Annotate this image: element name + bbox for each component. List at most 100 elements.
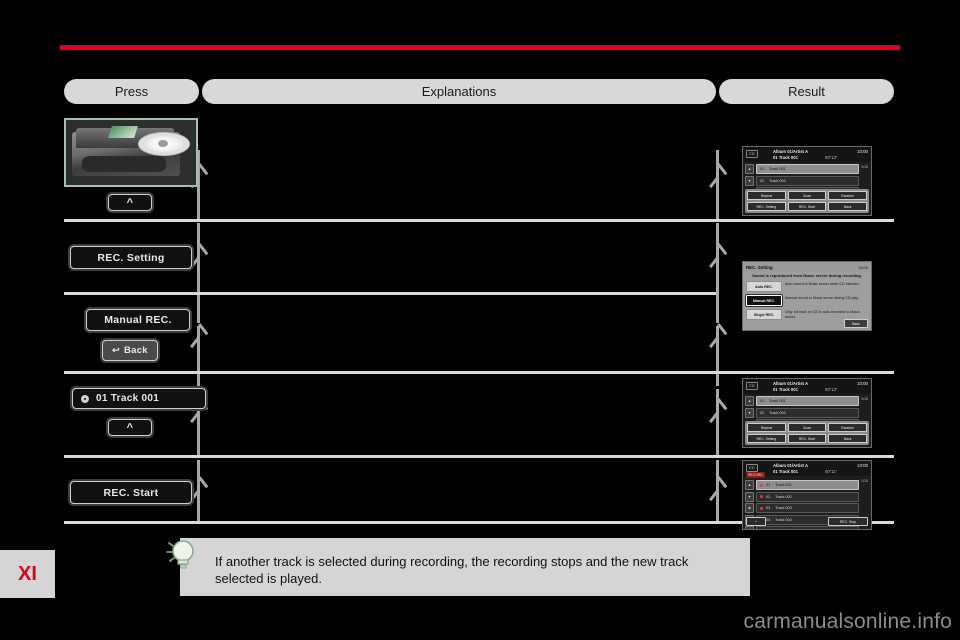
random-button[interactable]: Random — [828, 423, 868, 432]
flow-chevron-icon — [198, 245, 212, 267]
scroll-up-label: ^ — [126, 421, 134, 434]
manual-rec-key[interactable]: Manual REC. — [746, 295, 782, 306]
track-name: Track 001 — [775, 483, 792, 487]
eject-up-label: ^ — [126, 196, 134, 209]
press-rec-start-button[interactable]: REC. Start — [70, 481, 192, 504]
record-badge: RECORD — [746, 472, 765, 478]
press-back-button[interactable]: ↩ Back — [102, 340, 158, 361]
elapsed-time: 00"13" — [825, 387, 838, 392]
press-back-label: Back — [123, 345, 148, 356]
track-name: Track 002 — [769, 178, 786, 183]
watermark: carmanualsonline.info — [743, 610, 952, 633]
setting-header: REC. Setting 10:00 — [743, 262, 871, 272]
row-divider — [64, 455, 894, 458]
column-header-explanations-label: Explanations — [421, 84, 497, 99]
result-rec-setting-screen: REC. Setting 10:00 Sound is reproduced f… — [742, 261, 872, 331]
column-rule-left — [197, 223, 200, 323]
track-number: 02 — [760, 178, 765, 183]
track-number: 01 — [766, 483, 771, 487]
screen-button-row: REC. Setting REC. Start Back — [747, 202, 868, 211]
current-track-label: 01 Track 001 — [773, 387, 798, 392]
cd-drawer-photo — [64, 118, 198, 187]
flow-chevron-icon — [198, 325, 212, 347]
track-name: Track 001 — [769, 167, 786, 171]
flow-chevron-icon — [717, 478, 731, 500]
rec-setting-button[interactable]: REC. Setting — [747, 202, 786, 211]
record-dot-icon — [760, 506, 763, 510]
press-manual-rec-button[interactable]: Manual REC. — [86, 309, 190, 331]
setting-option-auto[interactable]: Auto REC. Auto record to Music server wh… — [746, 281, 868, 292]
screen-button-panel: Repeat Scan Random REC. Setting REC. Sta… — [745, 421, 869, 445]
row-divider — [64, 292, 716, 295]
record-dot-icon — [760, 483, 763, 487]
current-track-label: 01 Track 001 — [773, 469, 798, 474]
scroll-up-button[interactable]: ^ — [108, 419, 152, 436]
flow-chevron-icon — [198, 165, 212, 187]
track-row[interactable]: 02 Track 002 — [756, 491, 859, 502]
manual-rec-desc: Manual record to Music server during CD … — [785, 296, 859, 300]
track-row[interactable]: 02 Track 002 — [756, 407, 859, 418]
auto-rec-key[interactable]: Auto REC. — [746, 281, 782, 292]
track-name: Track 003 — [775, 506, 792, 510]
rec-stop-button[interactable]: REC. Stop — [828, 517, 868, 526]
sidebar-key-up[interactable]: ▲ — [745, 396, 754, 406]
note-text: If another track is selected during reco… — [215, 554, 689, 586]
press-rec-start-label: REC. Start — [103, 486, 159, 499]
screen-back-button[interactable]: Back — [828, 202, 868, 211]
sidebar-key-up[interactable]: ▲ — [745, 164, 754, 174]
source-badge: CD — [746, 382, 758, 390]
track-name: Track 001 — [769, 399, 786, 403]
sidebar-key-3[interactable]: ■ — [745, 503, 754, 513]
sidebar-key-2[interactable]: ▼ — [745, 491, 754, 502]
track-row[interactable]: 01 Track 001 — [756, 480, 859, 490]
repeat-button[interactable]: Repeat — [747, 191, 786, 200]
track-name: Track 002 — [775, 494, 792, 499]
scan-button[interactable]: Scan — [787, 191, 827, 200]
clock: 10:00 — [857, 463, 868, 468]
track-row[interactable]: 02 Track 002 — [756, 175, 859, 186]
track-row[interactable]: 03 Track 003 — [756, 503, 859, 513]
sidebar-key-1[interactable]: ▲ — [745, 480, 754, 490]
repeat-button[interactable]: Repeat — [747, 423, 786, 432]
press-rec-setting-button[interactable]: REC. Setting — [70, 246, 192, 269]
press-manual-rec-label: Manual REC. — [104, 314, 172, 326]
random-button[interactable]: Random — [828, 191, 868, 200]
eject-up-button[interactable]: ^ — [108, 194, 152, 211]
recording-up-button[interactable]: ^ — [746, 517, 766, 526]
screen-sidebar[interactable]: ▲ ▼ — [745, 164, 754, 186]
press-track-button[interactable]: 01 Track 001 — [72, 388, 206, 409]
track-number: 01 — [760, 399, 765, 403]
track-number: 05 — [766, 529, 772, 530]
album-label: Album 01/Artist A — [773, 149, 808, 154]
current-track-label: 01 Track 001 — [773, 155, 798, 160]
screen-button-row: Repeat Scan Random — [747, 191, 868, 200]
press-rec-setting-label: REC. Setting — [97, 251, 165, 264]
clock: 10:00 — [857, 149, 868, 154]
track-row[interactable]: 01 Track 001 — [756, 396, 859, 406]
flow-chevron-icon — [717, 400, 731, 422]
screen-button-row: ^ REC. Stop — [746, 517, 868, 526]
chapter-marker: XI — [0, 550, 55, 598]
single-rec-key[interactable]: Single REC. — [746, 309, 782, 320]
setting-back-button[interactable]: Back — [844, 319, 868, 328]
track-row[interactable]: 01 Track 001 — [756, 164, 859, 174]
manual-page: Press Explanations Result ^ REC. Setting… — [0, 0, 960, 640]
screen-back-button[interactable]: Back — [828, 434, 868, 443]
rec-start-button[interactable]: REC. Start — [787, 434, 827, 443]
setting-option-manual[interactable]: Manual REC. Manual record to Music serve… — [746, 295, 868, 306]
rec-setting-button[interactable]: REC. Setting — [747, 434, 786, 443]
scan-button[interactable]: Scan — [787, 423, 827, 432]
page-indicator: 1/15 — [861, 479, 868, 483]
auto-rec-desc: Auto record to Music server when CD inse… — [785, 282, 860, 286]
setting-title: REC. Setting — [746, 264, 773, 270]
setting-back-label: Back — [852, 321, 860, 326]
sidebar-key-down[interactable]: ▼ — [745, 407, 754, 418]
top-red-rule — [60, 45, 900, 50]
screen-sidebar[interactable]: ▲ ▼ — [745, 396, 754, 418]
green-highlight — [108, 126, 138, 138]
back-arrow-icon: ↩ — [112, 345, 120, 355]
screen-button-panel: ^ REC. Stop — [745, 516, 869, 527]
rec-start-button[interactable]: REC. Start — [787, 202, 827, 211]
sidebar-key-down[interactable]: ▼ — [745, 175, 754, 186]
